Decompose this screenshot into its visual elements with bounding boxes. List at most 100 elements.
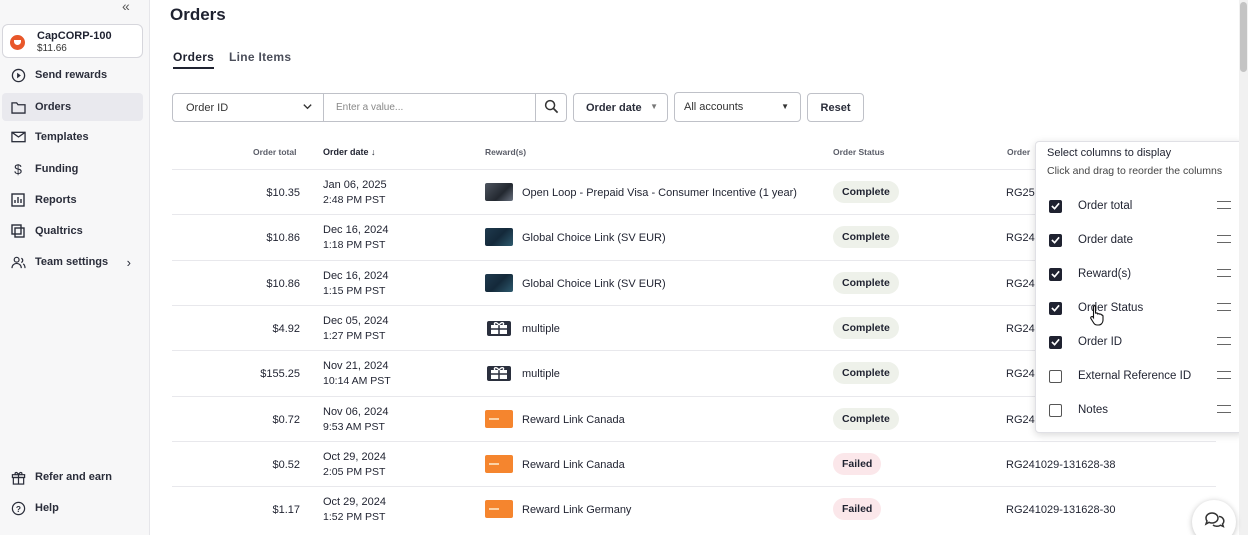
checkbox-unchecked-icon[interactable] bbox=[1049, 403, 1062, 417]
account-logo-icon bbox=[10, 35, 25, 50]
column-option-label: External Reference ID bbox=[1078, 370, 1192, 382]
reward-name[interactable]: Global Choice Link (SV EUR) bbox=[522, 278, 666, 290]
reward-name[interactable]: Open Loop - Prepaid Visa - Consumer Ince… bbox=[522, 187, 797, 199]
checkbox-checked-icon[interactable] bbox=[1049, 335, 1062, 349]
reward-name[interactable]: multiple bbox=[522, 368, 560, 380]
column-option[interactable]: Order ID bbox=[1049, 332, 1239, 352]
order-id[interactable]: RG24 bbox=[1006, 368, 1035, 380]
search-button[interactable] bbox=[535, 93, 567, 122]
sidebar-item-help[interactable]: ? Help bbox=[2, 494, 143, 522]
column-option[interactable]: External Reference ID bbox=[1049, 366, 1239, 386]
collapse-sidebar-icon[interactable]: « bbox=[122, 0, 130, 14]
reward-name[interactable]: Reward Link Canada bbox=[522, 414, 625, 426]
column-option[interactable]: Notes bbox=[1049, 400, 1239, 420]
reward-name[interactable]: multiple bbox=[522, 323, 560, 335]
reset-button[interactable]: Reset bbox=[807, 93, 864, 122]
column-option[interactable]: Reward(s) bbox=[1049, 264, 1239, 284]
table-row[interactable]: $0.52 Oct 29, 2024 2:05 PM PST Reward Link … bbox=[172, 440, 1216, 486]
column-header-order-status[interactable]: Order Status bbox=[833, 147, 885, 157]
drag-handle-icon[interactable] bbox=[1217, 405, 1231, 413]
column-option[interactable]: Order Status bbox=[1049, 298, 1239, 318]
column-header-order-total[interactable]: Order total bbox=[253, 147, 296, 157]
search-field-select[interactable]: Order ID bbox=[172, 93, 324, 122]
tab-orders[interactable]: Orders bbox=[173, 50, 215, 69]
sidebar-item-send-rewards[interactable]: Send rewards bbox=[2, 61, 143, 89]
checkbox-checked-icon[interactable] bbox=[1049, 199, 1062, 213]
order-date-filter-label: Order date bbox=[586, 101, 642, 114]
column-option-label: Order date bbox=[1078, 234, 1133, 246]
chat-icon bbox=[1203, 510, 1225, 535]
order-date: Nov 21, 2024 bbox=[323, 360, 389, 373]
sidebar-item-reports[interactable]: Reports bbox=[2, 186, 143, 214]
checkbox-checked-icon[interactable] bbox=[1049, 233, 1062, 247]
sidebar-item-orders[interactable]: Orders bbox=[2, 93, 143, 121]
account-switcher[interactable]: CapCORP-100 $11.66 bbox=[2, 24, 143, 58]
tab-line-items[interactable]: Line Items bbox=[229, 50, 291, 64]
column-header-order-id[interactable]: Order bbox=[1007, 147, 1030, 157]
column-option-label: Order ID bbox=[1078, 336, 1123, 348]
column-option[interactable]: Order total bbox=[1049, 196, 1239, 216]
drag-handle-icon[interactable] bbox=[1217, 269, 1231, 277]
order-id[interactable]: RG24 bbox=[1006, 232, 1035, 244]
order-time: 2:48 PM PST bbox=[323, 194, 386, 206]
sidebar-item-templates[interactable]: Templates bbox=[2, 123, 143, 151]
caret-down-icon: ▼ bbox=[650, 102, 658, 111]
scrollbar-thumb[interactable] bbox=[1240, 2, 1247, 72]
order-total: $10.86 bbox=[266, 277, 300, 290]
drag-handle-icon[interactable] bbox=[1217, 371, 1231, 379]
column-picker-title: Select columns to display bbox=[1047, 147, 1172, 159]
search-field-value: Order ID bbox=[186, 101, 229, 114]
checkbox-checked-icon[interactable] bbox=[1049, 267, 1062, 281]
search-input[interactable]: Enter a value... bbox=[324, 93, 536, 122]
order-total: $155.25 bbox=[260, 368, 300, 381]
order-id[interactable]: RG25 bbox=[1006, 187, 1035, 199]
column-option-label: Notes bbox=[1078, 404, 1109, 416]
dollar-icon: $ bbox=[14, 161, 22, 177]
gift-icon bbox=[10, 469, 26, 485]
column-option-label: Reward(s) bbox=[1078, 268, 1132, 280]
reward-name[interactable]: Global Choice Link (SV EUR) bbox=[522, 232, 666, 244]
column-header-order-date[interactable]: Order date ↓ bbox=[323, 147, 376, 157]
sidebar-item-label: Templates bbox=[35, 131, 89, 143]
column-option-label: Order total bbox=[1078, 200, 1133, 212]
sidebar-item-refer-and-earn[interactable]: Refer and earn bbox=[2, 463, 143, 491]
order-id[interactable]: RG241029-131628-30 bbox=[1006, 504, 1115, 516]
accounts-select-value: All accounts bbox=[684, 101, 744, 113]
account-balance: $11.66 bbox=[37, 43, 67, 54]
sidebar-item-label: Funding bbox=[35, 163, 79, 175]
sidebar-item-label: Help bbox=[35, 502, 59, 514]
drag-handle-icon[interactable] bbox=[1217, 235, 1231, 243]
qualtrics-icon bbox=[10, 223, 26, 239]
sidebar-item-funding[interactable]: $ Funding bbox=[2, 155, 143, 183]
sort-down-icon: ↓ bbox=[371, 147, 376, 157]
order-time: 1:15 PM PST bbox=[323, 284, 386, 297]
order-date: Nov 06, 2024 bbox=[323, 405, 389, 418]
order-id[interactable]: RG24 bbox=[1006, 414, 1035, 426]
reward-name[interactable]: Reward Link Germany bbox=[522, 504, 631, 516]
sidebar-item-label: Team settings bbox=[35, 256, 109, 268]
order-time: 9:53 AM PST bbox=[323, 420, 385, 433]
page-scrollbar[interactable] bbox=[1239, 0, 1248, 535]
sidebar-item-qualtrics[interactable]: Qualtrics bbox=[2, 217, 143, 245]
column-picker-subtitle: Click and drag to reorder the columns bbox=[1047, 165, 1223, 177]
table-row[interactable]: $1.17 Oct 29, 2024 1:52 PM PST Reward Link … bbox=[172, 486, 1216, 531]
order-id[interactable]: RG241029-131628-38 bbox=[1006, 459, 1115, 471]
reward-name[interactable]: Reward Link Canada bbox=[522, 459, 625, 471]
drag-handle-icon[interactable] bbox=[1217, 201, 1231, 209]
column-header-rewards[interactable]: Reward(s) bbox=[485, 147, 526, 157]
checkbox-unchecked-icon[interactable] bbox=[1049, 369, 1062, 383]
status-badge: Complete bbox=[833, 316, 899, 339]
column-option[interactable]: Order date bbox=[1049, 230, 1239, 250]
sidebar-item-label: Send rewards bbox=[35, 69, 108, 81]
order-id[interactable]: RG24 bbox=[1006, 323, 1035, 335]
drag-handle-icon[interactable] bbox=[1217, 303, 1231, 311]
drag-handle-icon[interactable] bbox=[1217, 337, 1231, 345]
status-badge: Complete bbox=[833, 271, 899, 294]
accounts-select[interactable]: All accounts ▼ bbox=[674, 92, 801, 122]
sidebar-item-team-settings[interactable]: Team settings › bbox=[2, 248, 143, 276]
order-date-filter-button[interactable]: Order date ▼ bbox=[573, 93, 668, 122]
chat-support-button[interactable] bbox=[1192, 500, 1236, 535]
order-id[interactable]: RG24 bbox=[1006, 278, 1035, 290]
checkbox-checked-icon[interactable] bbox=[1049, 301, 1062, 315]
order-total: $10.35 bbox=[266, 187, 300, 199]
